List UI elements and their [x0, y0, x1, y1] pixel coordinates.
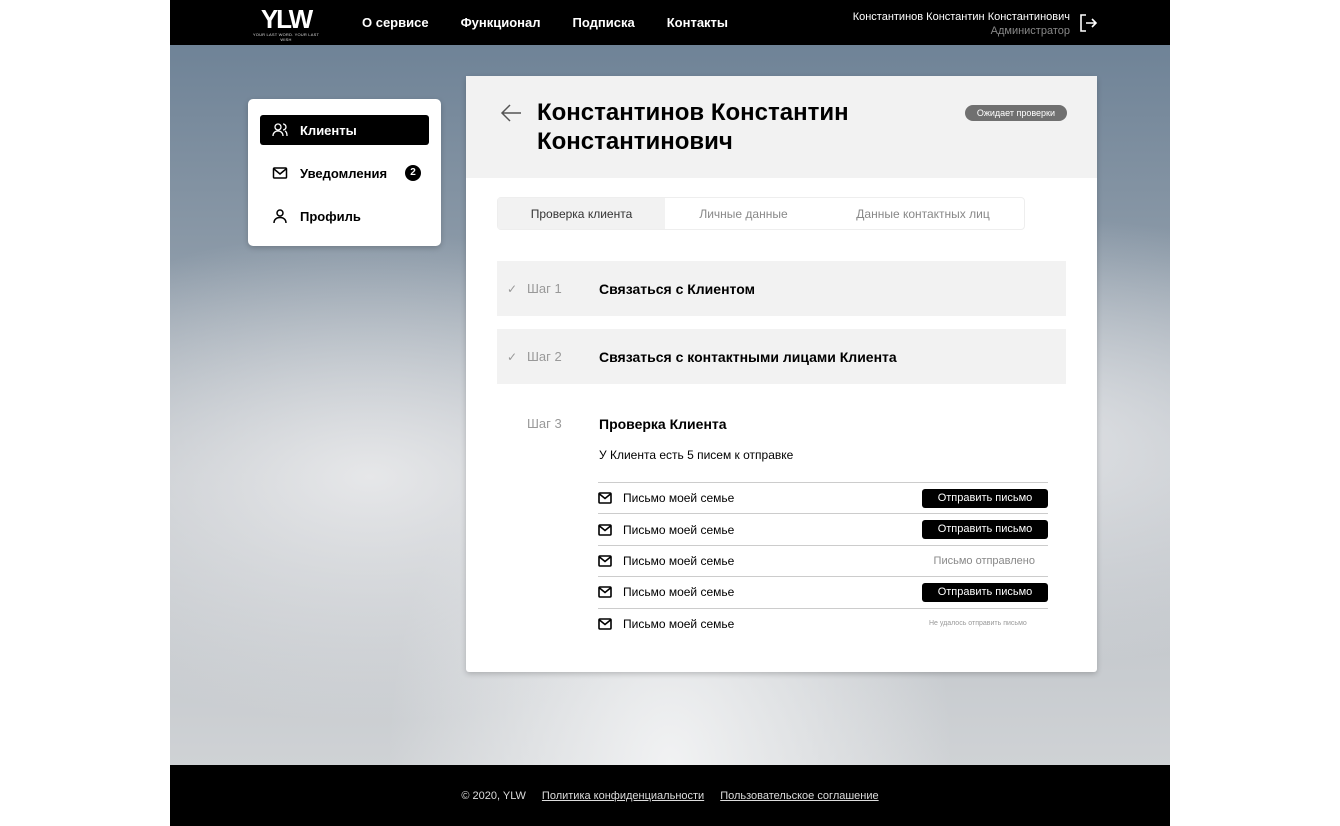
tab-client-check[interactable]: Проверка клиента	[498, 198, 665, 229]
step-label: Проверка Клиента	[599, 416, 727, 432]
sidebar-item-label: Клиенты	[300, 122, 357, 138]
letter-title: Письмо моей семье	[623, 522, 735, 537]
mail-icon	[598, 555, 612, 567]
letter-status: Письмо отправлено	[933, 554, 1035, 567]
nav-about[interactable]: О сервисе	[362, 15, 429, 30]
status-badge: Ожидает проверки	[964, 105, 1067, 121]
logo[interactable]: YLW YOUR LAST WORD. YOUR LAST WISH	[248, 6, 324, 42]
step-1[interactable]: ✓ Шаг 1 Связаться с Клиентом	[497, 261, 1066, 316]
letter-row: Письмо моей семье Отправить письмо	[598, 483, 1048, 515]
step-2[interactable]: ✓ Шаг 2 Связаться с контактными лицами К…	[497, 329, 1066, 384]
sidebar: Клиенты Уведомления 2 Профиль	[248, 99, 441, 246]
nav-features[interactable]: Функционал	[461, 15, 541, 30]
top-bar: YLW YOUR LAST WORD. YOUR LAST WISH О сер…	[170, 0, 1170, 45]
letter-title: Письмо моей семье	[623, 553, 735, 568]
logout-icon[interactable]	[1078, 13, 1098, 33]
letters-list: Письмо моей семье Отправить письмо Письм…	[598, 482, 1048, 640]
step-number: Шаг 2	[527, 349, 562, 364]
step-number: Шаг 3	[527, 416, 562, 431]
tabs: Проверка клиента Личные данные Данные ко…	[497, 197, 1025, 230]
client-header: Константинов Константин Константинович О…	[466, 76, 1097, 178]
mail-icon	[598, 523, 612, 536]
tab-contact-persons[interactable]: Данные контактных лиц	[822, 198, 1024, 229]
logo-mark: YLW	[260, 4, 313, 34]
letter-title: Письмо моей семье	[623, 585, 735, 600]
letter-row: Письмо моей семье Письмо отправлено	[598, 546, 1048, 578]
send-letter-button[interactable]: Отправить письмо	[922, 582, 1048, 602]
mail-icon	[598, 586, 612, 599]
client-card: Константинов Константин Константинович О…	[466, 76, 1097, 672]
logo-tagline: YOUR LAST WORD. YOUR LAST WISH	[252, 32, 320, 42]
back-arrow-icon[interactable]	[500, 103, 522, 123]
main-nav: О сервисе Функционал Подписка Контакты	[362, 15, 728, 30]
page: YLW YOUR LAST WORD. YOUR LAST WISH О сер…	[170, 0, 1170, 826]
letter-status: Не удалось отправить письмо	[929, 620, 1027, 628]
user-icon	[273, 209, 287, 224]
sidebar-item-label: Профиль	[300, 208, 361, 224]
send-letter-button[interactable]: Отправить письмо	[922, 520, 1048, 540]
sidebar-item-label: Уведомления	[300, 165, 388, 181]
letter-title: Письмо моей семье	[623, 491, 735, 506]
privacy-policy-link[interactable]: Политика конфиденциальности	[542, 790, 704, 826]
sidebar-item-profile[interactable]: Профиль	[260, 201, 429, 231]
user-role: Администратор	[990, 25, 1070, 37]
letter-row: Письмо моей семье Отправить письмо	[598, 514, 1048, 546]
user-name: Константинов Константин Константинович	[852, 11, 1070, 23]
tab-personal-data[interactable]: Личные данные	[665, 198, 822, 229]
step-label: Связаться с Клиентом	[599, 280, 755, 297]
users-icon	[272, 123, 288, 137]
footer: © 2020, YLW Политика конфиденциальности …	[170, 765, 1170, 826]
mail-icon	[598, 492, 612, 504]
step-number: Шаг 1	[527, 281, 562, 296]
check-icon: ✓	[506, 281, 518, 296]
notification-count-badge: 2	[405, 165, 421, 181]
send-letter-button[interactable]: Отправить письмо	[922, 488, 1048, 508]
step-label: Связаться с контактными лицами Клиента	[599, 348, 897, 365]
check-icon: ✓	[506, 349, 518, 364]
user-info: Константинов Константин Константинович А…	[853, 10, 1070, 38]
sidebar-item-notifications[interactable]: Уведомления 2	[260, 158, 429, 188]
nav-contacts[interactable]: Контакты	[667, 15, 728, 30]
letter-row: Письмо моей семье Отправить письмо	[598, 577, 1048, 609]
copyright: © 2020, YLW	[461, 790, 526, 802]
letter-row: Письмо моей семье Не удалось отправить п…	[598, 609, 1048, 640]
mail-icon	[272, 167, 288, 179]
page-title: Константинов Константин Константинович	[537, 99, 849, 155]
letter-title: Письмо моей семье	[623, 617, 735, 632]
nav-subscription[interactable]: Подписка	[573, 15, 635, 30]
letters-count-info: У Клиента есть 5 писем к отправке	[599, 448, 794, 462]
mail-icon	[598, 618, 612, 631]
user-agreement-link[interactable]: Пользовательское соглашение	[720, 790, 878, 826]
sidebar-item-clients[interactable]: Клиенты	[260, 115, 429, 145]
